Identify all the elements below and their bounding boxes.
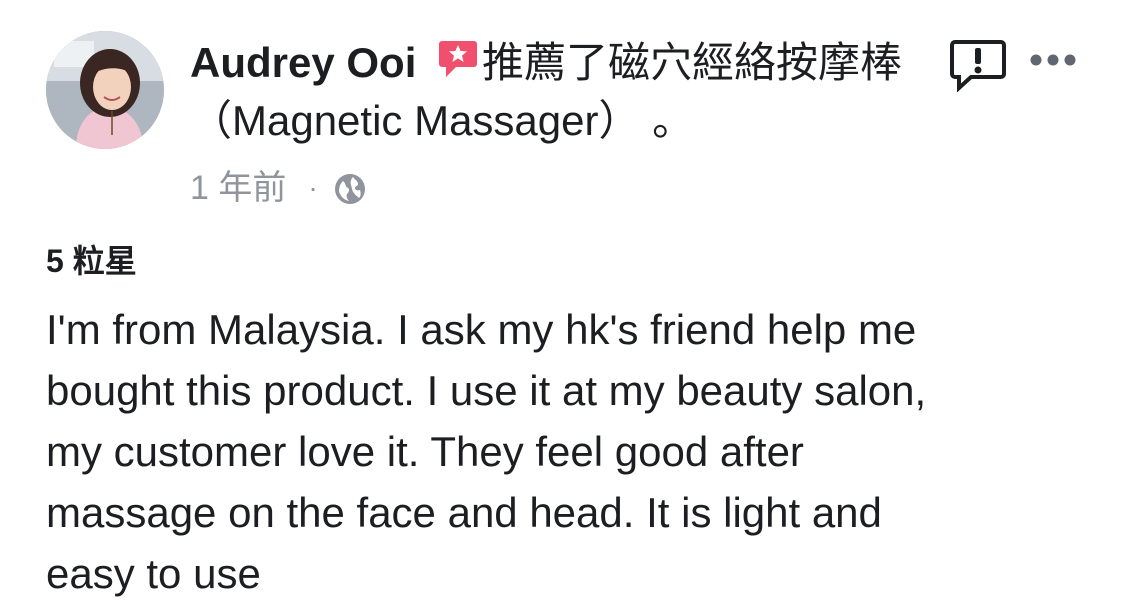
report-icon — [950, 40, 1006, 93]
meta-separator: · — [308, 172, 318, 203]
review-post: Audrey Ooi 推薦了磁穴經絡按摩棒 （Magnetic Massager… — [0, 0, 1125, 610]
recommend-icon — [438, 37, 478, 81]
report-button[interactable] — [949, 38, 1007, 93]
author-name[interactable]: Audrey Ooi — [190, 39, 416, 86]
avatar-image — [46, 31, 164, 149]
rating-text: 5 粒星 — [46, 243, 137, 279]
post-meta: 1 年前 · — [190, 166, 366, 210]
more-button[interactable] — [1028, 40, 1078, 80]
review-text: I'm from Malaysia. I ask my hk's friend … — [46, 306, 927, 597]
avatar[interactable] — [46, 31, 164, 149]
globe-icon[interactable] — [334, 172, 366, 204]
more-icon — [1030, 54, 1076, 66]
timestamp[interactable]: 1 年前 — [190, 166, 286, 210]
post-header: Audrey Ooi 推薦了磁穴經絡按摩棒 （Magnetic Massager… — [190, 34, 910, 150]
